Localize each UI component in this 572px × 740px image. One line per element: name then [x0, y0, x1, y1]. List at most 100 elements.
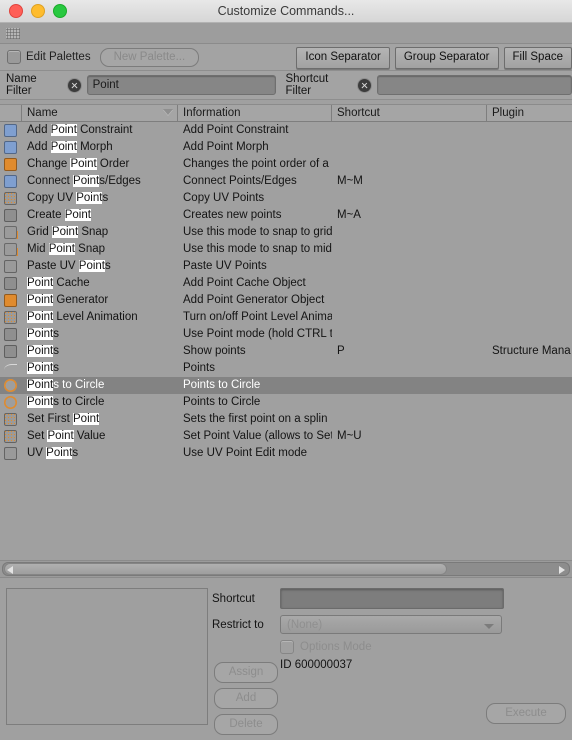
table-row[interactable]: Set Point ValueSet Point Value (allows t… [0, 428, 572, 445]
clear-name-filter-icon[interactable] [68, 79, 81, 92]
column-header-information[interactable]: Information [178, 105, 332, 121]
options-mode-checkbox[interactable] [280, 640, 294, 654]
show-points-icon [4, 345, 17, 358]
drag-handle-icon[interactable] [6, 28, 20, 39]
shortcut-filter-input[interactable] [377, 75, 572, 95]
row-icon-cell [0, 294, 22, 307]
filter-match-highlight: Point [70, 158, 96, 170]
shortcut-field-row: Shortcut [212, 588, 504, 609]
row-information: Points to Circle [178, 394, 332, 411]
row-icon-cell [0, 226, 22, 239]
row-name: Point Level Animation [22, 309, 178, 326]
close-button[interactable] [9, 4, 23, 18]
assign-button[interactable]: Assign [214, 662, 278, 683]
group-separator-button[interactable]: Group Separator [395, 47, 499, 69]
fill-space-button[interactable]: Fill Space [504, 47, 572, 69]
filter-match-highlight: Point [27, 328, 53, 340]
shortcut-input[interactable] [280, 588, 504, 609]
filter-match-highlight: Point [27, 396, 53, 408]
table-row[interactable]: PointsPoints [0, 360, 572, 377]
table-row[interactable]: Point GeneratorAdd Point Generator Objec… [0, 292, 572, 309]
restrict-to-value: (None) [287, 619, 322, 631]
row-information: Points to Circle [178, 377, 332, 394]
filter-match-highlight: Point [51, 141, 77, 153]
name-filter-label: Name Filter [6, 73, 62, 97]
table-row[interactable]: Point CacheAdd Point Cache Object [0, 275, 572, 292]
scroll-right-icon[interactable] [559, 566, 565, 574]
grid-point-snap-icon [4, 226, 17, 239]
create-point-icon [4, 209, 17, 222]
table-row[interactable]: Points to CirclePoints to Circle [0, 377, 572, 394]
table-row[interactable]: Add Point ConstraintAdd Point Constraint [0, 122, 572, 139]
row-information: Show points [178, 343, 332, 360]
row-information: Connect Points/Edges [178, 173, 332, 190]
column-header-icon[interactable] [0, 105, 22, 121]
row-name: Points to Circle [22, 377, 178, 394]
icon-separator-button[interactable]: Icon Separator [296, 47, 389, 69]
column-header-name[interactable]: Name [22, 105, 178, 121]
row-icon-cell [0, 328, 22, 341]
row-name: UV Points [22, 445, 178, 462]
row-name: Add Point Morph [22, 139, 178, 156]
row-icon-cell [0, 430, 22, 443]
add-point-morph-icon [4, 141, 17, 154]
row-information: Sets the first point on a splin [178, 411, 332, 428]
row-information: Paste UV Points [178, 258, 332, 275]
assigned-shortcuts-list[interactable] [6, 588, 208, 725]
row-name: Point Cache [22, 275, 178, 292]
table-row[interactable]: Create PointCreates new pointsM~A [0, 207, 572, 224]
delete-button[interactable]: Delete [214, 714, 278, 735]
table-row[interactable]: Paste UV PointsPaste UV Points [0, 258, 572, 275]
row-icon-cell [0, 345, 22, 358]
column-header-plugin[interactable]: Plugin [487, 105, 572, 121]
row-icon-cell [0, 158, 22, 171]
table-row[interactable]: Points to CirclePoints to Circle [0, 394, 572, 411]
horizontal-scrollbar[interactable] [0, 560, 572, 578]
minimize-button[interactable] [31, 4, 45, 18]
sort-descending-icon [163, 109, 173, 115]
row-icon-cell [0, 175, 22, 188]
maximize-button[interactable] [53, 4, 67, 18]
table-row[interactable]: PointsUse Point mode (hold CTRL t [0, 326, 572, 343]
points-to-circle-icon [4, 396, 17, 409]
row-name: Add Point Constraint [22, 122, 178, 139]
row-icon-cell [0, 141, 22, 154]
points-to-circle-icon [4, 379, 17, 392]
row-information: Use UV Point Edit mode [178, 445, 332, 462]
restrict-to-row: Restrict to (None) [212, 615, 504, 634]
scroll-left-icon[interactable] [7, 566, 13, 574]
row-information: Changes the point order of a [178, 156, 332, 173]
table-row[interactable]: PointsShow pointsPStructure Mana [0, 343, 572, 360]
table-row[interactable]: Grid Point SnapUse this mode to snap to … [0, 224, 572, 241]
table-row[interactable]: Change Point OrderChanges the point orde… [0, 156, 572, 173]
change-point-order-icon [4, 158, 17, 171]
filter-match-highlight: Point [76, 192, 102, 204]
customize-commands-window: Customize Commands... Edit Palettes New … [0, 0, 572, 728]
name-filter-input[interactable]: Point [87, 75, 277, 95]
new-palette-button[interactable]: New Palette... [100, 48, 200, 67]
clear-shortcut-filter-icon[interactable] [358, 79, 371, 92]
column-header-shortcut[interactable]: Shortcut [332, 105, 487, 121]
filter-match-highlight: Point [49, 243, 75, 255]
table-row[interactable]: Mid Point SnapUse this mode to snap to m… [0, 241, 572, 258]
table-row[interactable]: Add Point MorphAdd Point Morph [0, 139, 572, 156]
execute-button[interactable]: Execute [486, 703, 566, 724]
restrict-to-dropdown[interactable]: (None) [280, 615, 502, 634]
scrollbar-track[interactable] [2, 562, 570, 576]
row-icon-cell [0, 124, 22, 137]
row-icon-cell [0, 243, 22, 256]
table-row[interactable]: Set First PointSets the first point on a… [0, 411, 572, 428]
filter-match-highlight: Point [27, 311, 53, 323]
table-row[interactable]: Connect Points/EdgesConnect Points/Edges… [0, 173, 572, 190]
table-header: Name Information Shortcut Plugin [0, 105, 572, 122]
row-icon-cell [0, 379, 22, 392]
command-id-text: ID 600000037 [280, 659, 504, 671]
edit-palettes-checkbox[interactable] [7, 50, 21, 64]
table-row[interactable]: Point Level AnimationTurn on/off Point L… [0, 309, 572, 326]
table-row[interactable]: UV PointsUse UV Point Edit mode [0, 445, 572, 462]
row-shortcut: M~M [332, 173, 487, 190]
table-row[interactable]: Copy UV PointsCopy UV Points [0, 190, 572, 207]
scrollbar-thumb[interactable] [4, 563, 447, 575]
add-button[interactable]: Add [214, 688, 278, 709]
row-information: Add Point Constraint [178, 122, 332, 139]
